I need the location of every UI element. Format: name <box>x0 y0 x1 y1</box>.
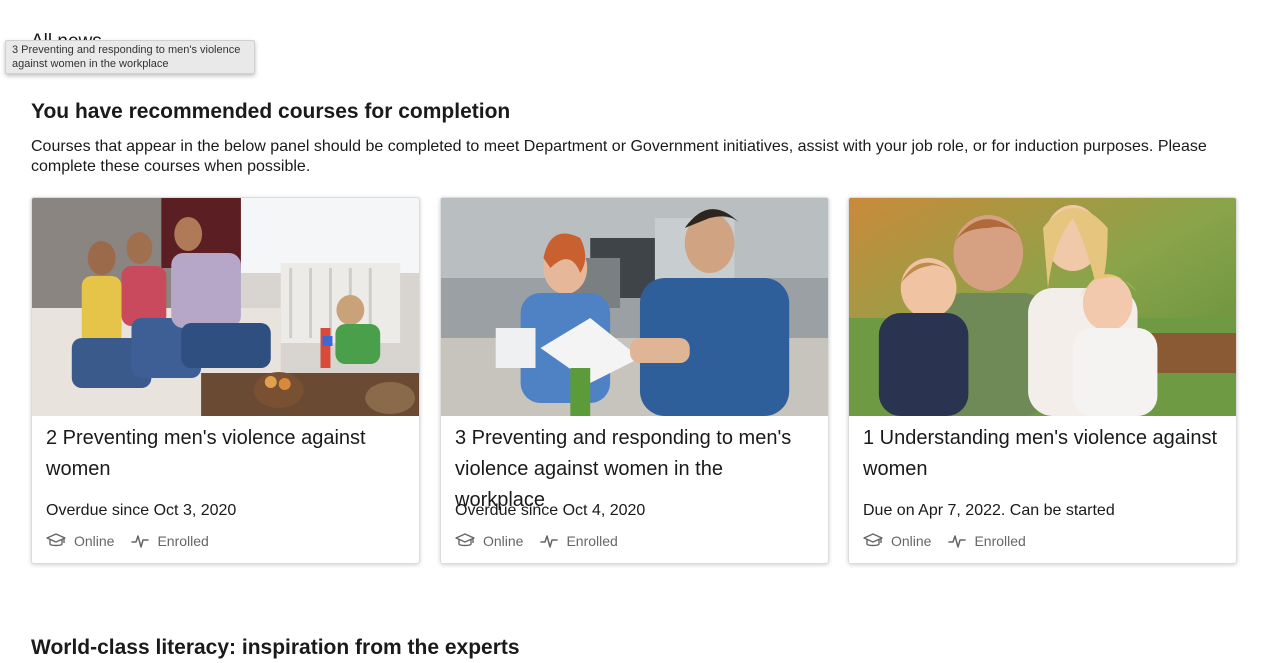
course-title[interactable]: 2 Preventing men's violence against wome… <box>46 423 406 485</box>
literacy-section-heading: World-class literacy: inspiration from t… <box>31 636 520 659</box>
course-mode-label: Online <box>74 533 115 549</box>
course-card[interactable]: 2 Preventing men's violence against wome… <box>31 197 420 564</box>
course-title-tooltip: 3 Preventing and responding to men's vio… <box>5 40 255 74</box>
course-mode-label: Online <box>483 533 524 549</box>
course-image-office-colleagues[interactable] <box>441 198 828 416</box>
activity-pulse-icon <box>540 535 559 548</box>
course-due-status: Overdue since Oct 3, 2020 <box>46 502 237 519</box>
course-meta: Online Enrolled <box>455 533 635 549</box>
recommended-courses-heading: You have recommended courses for complet… <box>31 100 511 123</box>
course-enrolment-label: Enrolled <box>157 533 209 549</box>
graduation-cap-icon <box>46 533 66 547</box>
activity-pulse-icon <box>131 535 150 548</box>
course-card[interactable]: 1 Understanding men's violence against w… <box>848 197 1237 564</box>
course-meta: Online Enrolled <box>46 533 226 549</box>
course-image-family-outdoors[interactable] <box>849 198 1236 416</box>
recommended-courses-description: Courses that appear in the below panel s… <box>31 138 1207 175</box>
course-mode-label: Online <box>891 533 932 549</box>
course-meta: Online Enrolled <box>863 533 1043 549</box>
course-image-family-living-room[interactable] <box>32 198 419 416</box>
course-card[interactable]: 3 Preventing and responding to men's vio… <box>440 197 829 564</box>
course-title[interactable]: 1 Understanding men's violence against w… <box>863 423 1223 485</box>
course-enrolment-label: Enrolled <box>566 533 618 549</box>
graduation-cap-icon <box>863 533 883 547</box>
graduation-cap-icon <box>455 533 475 547</box>
course-due-status: Due on Apr 7, 2022. Can be started <box>863 502 1115 519</box>
activity-pulse-icon <box>948 535 967 548</box>
course-enrolment-label: Enrolled <box>974 533 1026 549</box>
course-due-status: Overdue since Oct 4, 2020 <box>455 502 646 519</box>
